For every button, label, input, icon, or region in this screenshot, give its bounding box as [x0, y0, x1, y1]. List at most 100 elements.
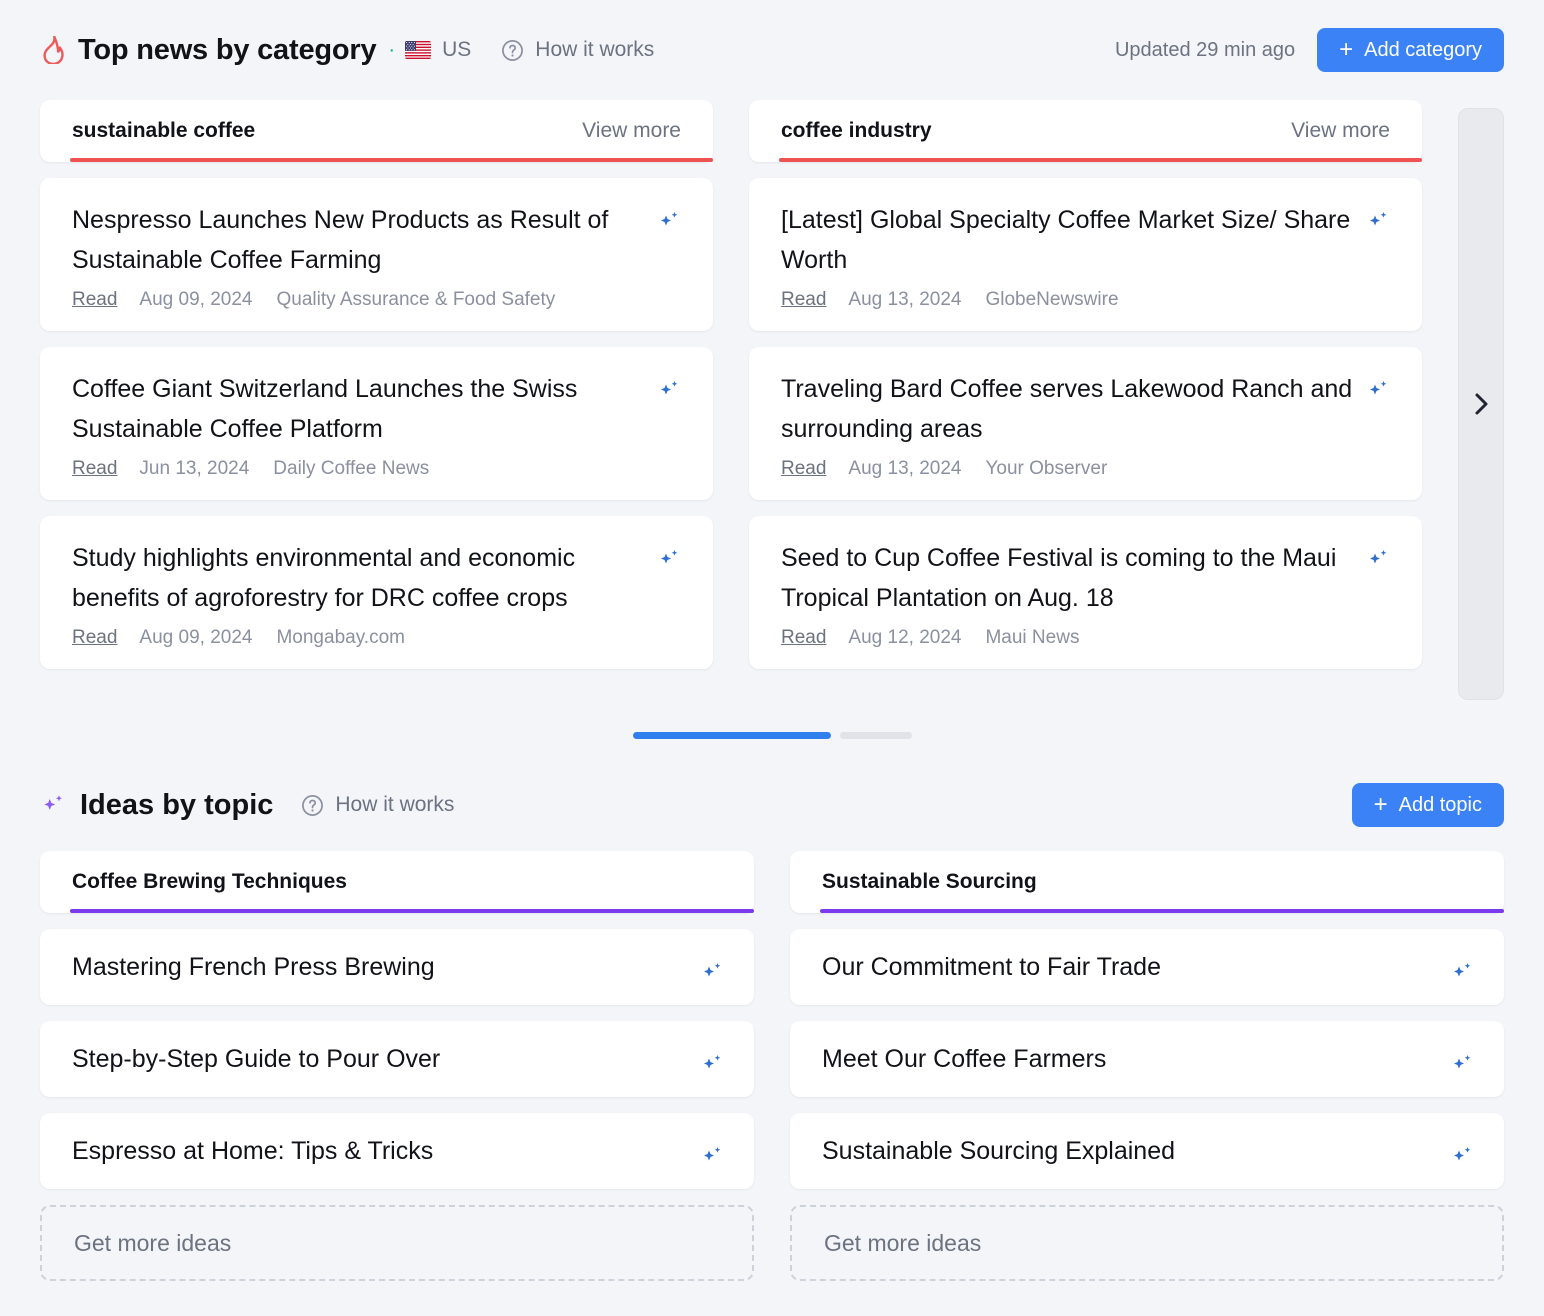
news-card[interactable]: Study highlights environmental and econo…: [40, 516, 713, 669]
read-link[interactable]: Read: [72, 627, 117, 649]
get-more-ideas-label: Get more ideas: [74, 1230, 231, 1257]
news-card-top: Traveling Bard Coffee serves Lakewood Ra…: [781, 369, 1390, 449]
ideas-how-it-works-link[interactable]: How it works: [301, 793, 454, 817]
title-separator-dot: ·: [388, 40, 395, 60]
add-category-label: Add category: [1364, 39, 1482, 62]
flame-icon: [40, 36, 66, 64]
sparkle-icon[interactable]: [1450, 1144, 1474, 1168]
news-source: Your Observer: [985, 458, 1107, 480]
news-source: Quality Assurance & Food Safety: [276, 289, 555, 311]
news-meta: Read Aug 09, 2024 Quality Assurance & Fo…: [72, 289, 681, 311]
news-card-top: Study highlights environmental and econo…: [72, 538, 681, 618]
news-category-column: sustainable coffee View more Nespresso L…: [40, 100, 713, 669]
idea-label: Mastering French Press Brewing: [72, 953, 700, 982]
read-link[interactable]: Read: [781, 458, 826, 480]
plus-icon: +: [1339, 38, 1353, 62]
topics-grid: Coffee Brewing Techniques Mastering Fren…: [0, 851, 1544, 1281]
news-card[interactable]: Seed to Cup Coffee Festival is coming to…: [749, 516, 1422, 669]
news-date: Aug 12, 2024: [848, 627, 961, 649]
news-title: Traveling Bard Coffee serves Lakewood Ra…: [781, 369, 1366, 449]
idea-card[interactable]: Step-by-Step Guide to Pour Over: [40, 1021, 754, 1097]
idea-label: Step-by-Step Guide to Pour Over: [72, 1045, 700, 1074]
sparkle-icon[interactable]: [657, 209, 681, 233]
ideas-how-it-works-label: How it works: [335, 793, 454, 817]
pagination-bar-inactive[interactable]: [840, 732, 912, 739]
sparkle-icon[interactable]: [1366, 547, 1390, 571]
pagination-bar-active[interactable]: [633, 732, 831, 739]
news-meta: Read Aug 12, 2024 Maui News: [781, 627, 1390, 649]
add-category-button[interactable]: + Add category: [1317, 28, 1504, 72]
locale-selector[interactable]: US: [405, 38, 471, 62]
sparkle-icon[interactable]: [1366, 209, 1390, 233]
news-how-it-works-label: How it works: [535, 38, 654, 62]
idea-label: Sustainable Sourcing Explained: [822, 1137, 1450, 1166]
add-topic-button[interactable]: + Add topic: [1352, 783, 1504, 827]
news-card-top: Coffee Giant Switzerland Launches the Sw…: [72, 369, 681, 449]
news-title: Study highlights environmental and econo…: [72, 538, 657, 618]
news-section-header: Top news by category · US: [0, 0, 1544, 100]
topic-name: Sustainable Sourcing: [822, 870, 1037, 894]
sparkle-icon[interactable]: [700, 1052, 724, 1076]
idea-card[interactable]: Espresso at Home: Tips & Tricks: [40, 1113, 754, 1189]
sparkle-icon[interactable]: [657, 547, 681, 571]
category-name: sustainable coffee: [72, 119, 255, 143]
help-circle-icon: [301, 794, 324, 817]
get-more-ideas-button[interactable]: Get more ideas: [40, 1205, 754, 1281]
sparkle-icon[interactable]: [657, 378, 681, 402]
sparkle-icon[interactable]: [1366, 378, 1390, 402]
us-flag-icon: [405, 41, 431, 59]
idea-card[interactable]: Meet Our Coffee Farmers: [790, 1021, 1504, 1097]
news-date: Jun 13, 2024: [139, 458, 249, 480]
news-date: Aug 13, 2024: [848, 289, 961, 311]
news-meta: Read Jun 13, 2024 Daily Coffee News: [72, 458, 681, 480]
page-title: Top news by category: [78, 34, 376, 67]
view-more-link[interactable]: View more: [582, 119, 681, 143]
news-title: Nespresso Launches New Products as Resul…: [72, 200, 657, 280]
news-card[interactable]: [Latest] Global Specialty Coffee Market …: [749, 178, 1422, 331]
news-how-it-works-link[interactable]: How it works: [501, 38, 654, 62]
news-carousel: sustainable coffee View more Nespresso L…: [0, 100, 1544, 720]
news-source: Daily Coffee News: [273, 458, 429, 480]
news-meta: Read Aug 13, 2024 Your Observer: [781, 458, 1390, 480]
help-circle-icon: [501, 39, 524, 62]
locale-label: US: [442, 38, 471, 62]
read-link[interactable]: Read: [72, 458, 117, 480]
topic-column: Sustainable Sourcing Our Commitment to F…: [790, 851, 1504, 1281]
idea-card[interactable]: Sustainable Sourcing Explained: [790, 1113, 1504, 1189]
chevron-right-icon: [1474, 392, 1489, 416]
news-meta: Read Aug 13, 2024 GlobeNewswire: [781, 289, 1390, 311]
view-more-link[interactable]: View more: [1291, 119, 1390, 143]
category-name: coffee industry: [781, 119, 932, 143]
news-carousel-track: sustainable coffee View more Nespresso L…: [40, 100, 1504, 669]
sparkle-icon: [40, 792, 66, 818]
read-link[interactable]: Read: [781, 627, 826, 649]
plus-icon: +: [1374, 793, 1388, 817]
idea-card[interactable]: Our Commitment to Fair Trade: [790, 929, 1504, 1005]
idea-label: Meet Our Coffee Farmers: [822, 1045, 1450, 1074]
sparkle-icon[interactable]: [700, 960, 724, 984]
news-date: Aug 09, 2024: [139, 289, 252, 311]
sparkle-icon[interactable]: [1450, 1052, 1474, 1076]
news-source: GlobeNewswire: [985, 289, 1118, 311]
get-more-ideas-button[interactable]: Get more ideas: [790, 1205, 1504, 1281]
idea-label: Espresso at Home: Tips & Tricks: [72, 1137, 700, 1166]
ideas-title: Ideas by topic: [80, 789, 273, 822]
news-card-top: Nespresso Launches New Products as Resul…: [72, 200, 681, 280]
news-card[interactable]: Traveling Bard Coffee serves Lakewood Ra…: [749, 347, 1422, 500]
read-link[interactable]: Read: [781, 289, 826, 311]
topic-column: Coffee Brewing Techniques Mastering Fren…: [40, 851, 754, 1281]
idea-card[interactable]: Mastering French Press Brewing: [40, 929, 754, 1005]
news-date: Aug 09, 2024: [139, 627, 252, 649]
news-card[interactable]: Coffee Giant Switzerland Launches the Sw…: [40, 347, 713, 500]
add-topic-label: Add topic: [1399, 794, 1482, 817]
read-link[interactable]: Read: [72, 289, 117, 311]
news-card[interactable]: Nespresso Launches New Products as Resul…: [40, 178, 713, 331]
topic-name: Coffee Brewing Techniques: [72, 870, 347, 894]
sparkle-icon[interactable]: [700, 1144, 724, 1168]
ideas-section-header: Ideas by topic How it works + Add topic: [0, 759, 1544, 851]
news-card-top: Seed to Cup Coffee Festival is coming to…: [781, 538, 1390, 618]
carousel-next-button[interactable]: [1458, 108, 1504, 700]
news-date: Aug 13, 2024: [848, 458, 961, 480]
updated-timestamp: Updated 29 min ago: [1115, 39, 1295, 62]
sparkle-icon[interactable]: [1450, 960, 1474, 984]
